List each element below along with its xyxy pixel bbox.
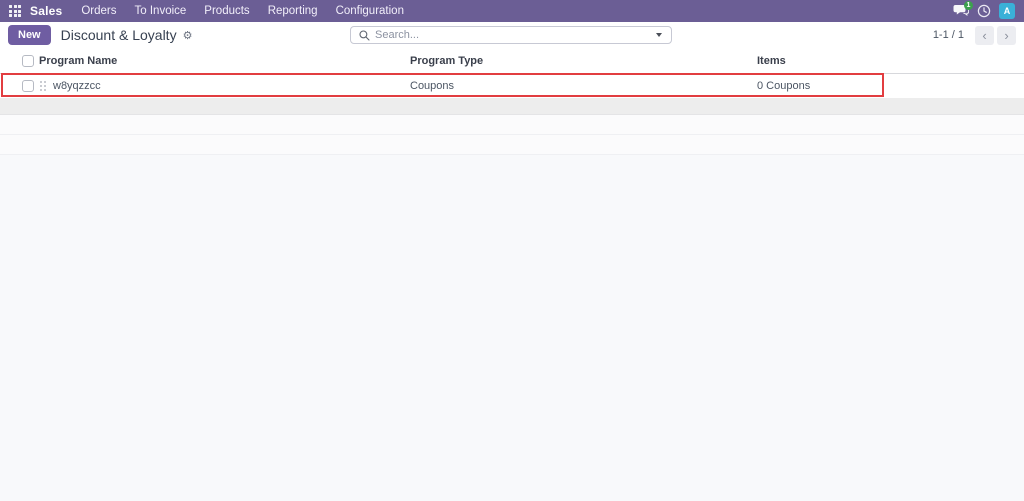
control-panel: New Discount & Loyalty ⚙ 1-1 / 1 ‹ ›: [0, 22, 1024, 48]
search-icon: [359, 30, 370, 41]
column-header-items[interactable]: Items: [754, 55, 1024, 67]
message-count-badge: 1: [964, 1, 973, 10]
cell-program-name: w8yqzzcc: [53, 80, 101, 92]
search-dropdown-caret[interactable]: [656, 33, 662, 37]
new-button[interactable]: New: [8, 25, 51, 45]
cell-program-type: Coupons: [407, 80, 754, 92]
messages-icon[interactable]: 1: [953, 4, 969, 18]
menu-products[interactable]: Products: [195, 0, 258, 22]
row-checkbox[interactable]: [22, 80, 34, 92]
pager-previous-button[interactable]: ‹: [975, 26, 994, 45]
gear-icon[interactable]: ⚙: [183, 29, 193, 42]
table-row[interactable]: w8yqzzcc Coupons 0 Coupons: [0, 74, 1024, 98]
empty-row: [0, 135, 1024, 155]
drag-handle-icon[interactable]: [40, 81, 42, 83]
pager-range: 1-1 / 1: [933, 29, 964, 41]
apps-grid-icon[interactable]: [9, 5, 21, 17]
navbar-right: 1 A: [953, 3, 1024, 19]
menu-orders[interactable]: Orders: [72, 0, 125, 22]
column-header-program-type[interactable]: Program Type: [407, 55, 754, 67]
empty-row: [0, 115, 1024, 135]
pager: 1-1 / 1 ‹ ›: [933, 26, 1024, 45]
search-bar[interactable]: [350, 26, 672, 44]
activity-clock-icon[interactable]: [977, 4, 991, 18]
app-name[interactable]: Sales: [30, 4, 62, 18]
page-title: Discount & Loyalty: [61, 27, 177, 43]
menu-reporting[interactable]: Reporting: [259, 0, 327, 22]
list-view: Program Name Program Type Items w8yqzzcc…: [0, 48, 1024, 155]
list-footer-band: [0, 98, 1024, 115]
column-header-program-name[interactable]: Program Name: [36, 55, 407, 67]
navbar-menu: Orders To Invoice Products Reporting Con…: [72, 0, 413, 22]
menu-to-invoice[interactable]: To Invoice: [126, 0, 196, 22]
list-header-row: Program Name Program Type Items: [0, 48, 1024, 74]
top-navbar: Sales Orders To Invoice Products Reporti…: [0, 0, 1024, 22]
menu-configuration[interactable]: Configuration: [327, 0, 413, 22]
search-input[interactable]: [375, 28, 656, 42]
user-avatar[interactable]: A: [999, 3, 1015, 19]
pager-next-button[interactable]: ›: [997, 26, 1016, 45]
cell-items: 0 Coupons: [754, 80, 1024, 92]
select-all-checkbox[interactable]: [22, 55, 34, 67]
